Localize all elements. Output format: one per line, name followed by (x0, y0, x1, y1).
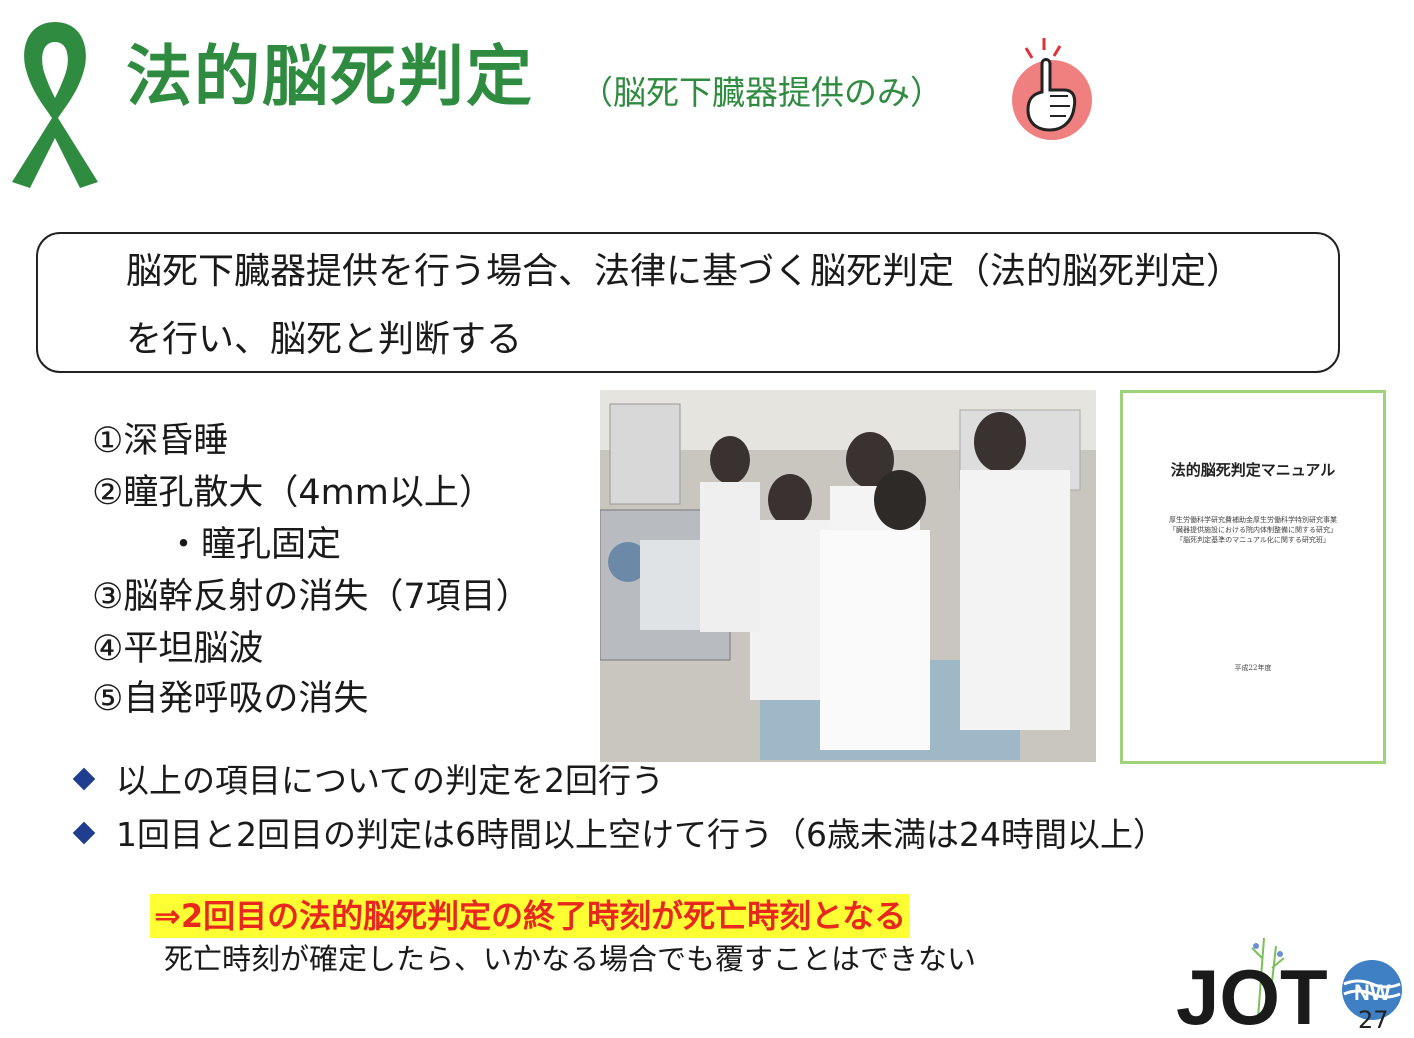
manual-subtitle-line-2: 「臓器提供施設における院内体制整備に関する研究」 (1169, 526, 1337, 534)
diamond-bullet-icon (72, 767, 96, 790)
svg-text:JOT: JOT (1176, 953, 1328, 1034)
green-ribbon-icon (12, 22, 98, 188)
page-number: 27 (1358, 1006, 1389, 1034)
medical-team-photo (600, 390, 1096, 762)
manual-date: 平成22年度 (1234, 664, 1272, 672)
criterion-pupil-dilation: ②瞳孔散大（4mm以上） (92, 473, 494, 513)
pointing-hand-icon (1012, 38, 1092, 140)
page-title: 法的脳死判定 (126, 38, 534, 115)
svg-text:NW: NW (1354, 980, 1391, 1005)
bullet-item: 1回目と2回目の判定は6時間以上空けて行う（6歳未満は24時間以上） (72, 818, 1166, 851)
criterion-spontaneous-breathing: ⑤自発呼吸の消失 (92, 679, 369, 719)
manual-title: 法的脳死判定マニュアル (1170, 461, 1336, 479)
definition-text-line-2: を行い、脳死と判断する (126, 319, 523, 360)
criterion-deep-coma: ①深昏睡 (92, 421, 229, 461)
criterion-brainstem-reflex: ③脳幹反射の消失（7項目） (92, 577, 531, 617)
bullet-item: 以上の項目についての判定を2回行う (72, 764, 664, 797)
criterion-flat-eeg: ④平坦脳波 (92, 629, 264, 669)
note-text: 死亡時刻が確定したら、いかなる場合でも覆すことはできない (164, 942, 977, 976)
manual-cover-image: 法的脳死判定マニュアル 厚生労働科学研究費補助金厚生労働科学特別研究事業 「臓器… (1120, 390, 1386, 764)
manual-subtitle-line-3: 「脳死判定基準のマニュアル化に関する研究班」 (1176, 536, 1330, 544)
criterion-pupil-fixed: ・瞳孔固定 (166, 525, 342, 565)
diamond-bullet-icon (72, 821, 96, 844)
page-subtitle: （脳死下臓器提供のみ） (580, 73, 943, 112)
highlighted-conclusion: ⇒2回目の法的脳死判定の終了時刻が死亡時刻となる (150, 894, 911, 938)
definition-text-line-1: 脳死下臓器提供を行う場合、法律に基づく脳死判定（法的脳死判定） (126, 251, 1243, 292)
manual-subtitle-line-1: 厚生労働科学研究費補助金厚生労働科学特別研究事業 (1169, 516, 1337, 524)
